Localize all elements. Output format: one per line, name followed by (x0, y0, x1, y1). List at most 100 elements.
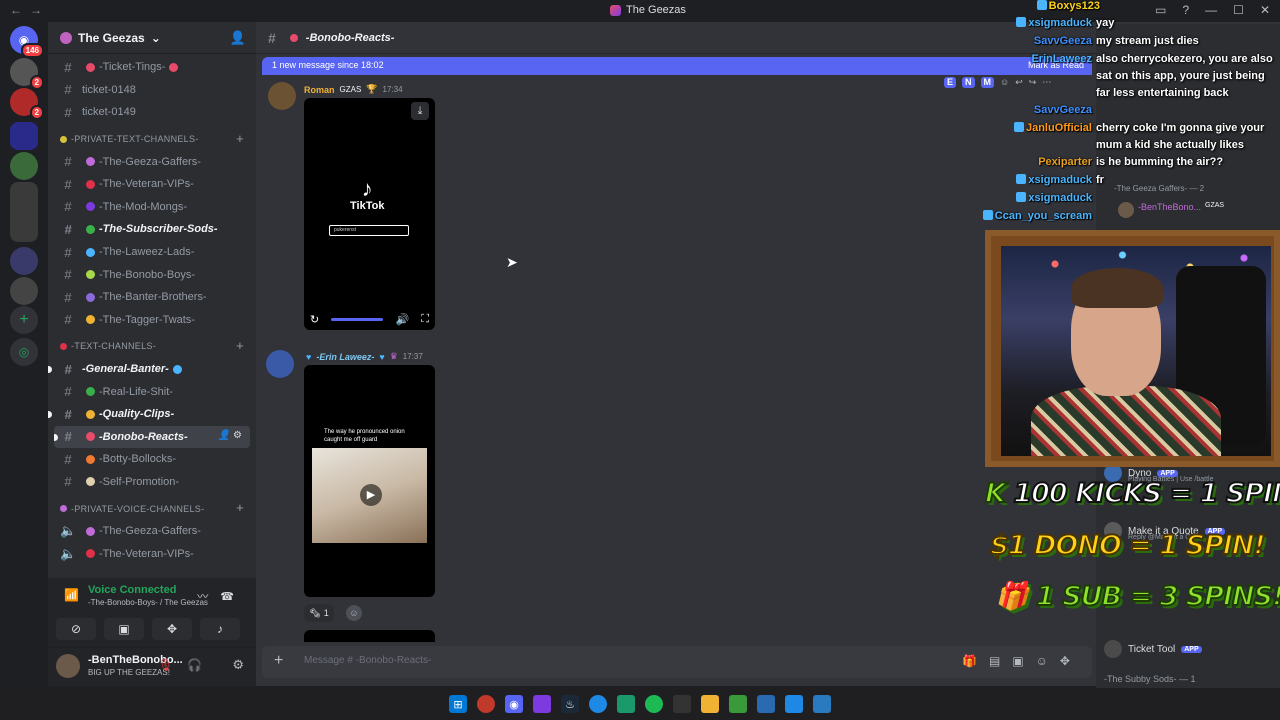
app-icon[interactable] (785, 695, 803, 713)
voice-channel-item[interactable]: 🔈 -The-Veteran-VIPs- (48, 542, 256, 565)
member-item[interactable]: Ticket Tool APP (1104, 640, 1202, 658)
voice-status[interactable]: Voice Connected (88, 584, 176, 596)
message-composer[interactable]: + Message # -Bonobo-Reacts- 🎁▤▣☺✥ (262, 646, 1092, 678)
category-text-channels[interactable]: -TEXT-CHANNELS- + (48, 335, 256, 358)
signal-icon[interactable]: 📶 (64, 588, 79, 602)
nav-arrows[interactable]: ←→ (10, 3, 50, 17)
composer-tools[interactable]: 🎁▤▣☺✥ (962, 654, 1082, 668)
replay-icon[interactable]: ↻ (310, 313, 319, 326)
channel-settings-icons[interactable]: 👤 ⚙ (218, 430, 242, 441)
author-name[interactable]: -Erin Laweez- (316, 352, 374, 362)
server-icon[interactable] (10, 152, 38, 180)
epic-games-icon[interactable] (673, 695, 691, 713)
discord-icon[interactable]: ◉ (505, 695, 523, 713)
channel-item[interactable]: # -General-Banter- (48, 358, 256, 381)
avatar[interactable] (56, 654, 80, 678)
channel-item-selected[interactable]: # -Bonobo-Reacts- 👤 ⚙ (54, 425, 250, 449)
mute-deafen-icons[interactable]: 🎙🎧 (158, 658, 216, 672)
maximize-button[interactable]: ☐ (1233, 3, 1244, 17)
progress-bar[interactable] (331, 317, 384, 321)
member-item[interactable]: -BenTheBono... GZAS (1118, 202, 1224, 218)
notepad-icon[interactable] (757, 695, 775, 713)
close-button[interactable]: ✕ (1260, 3, 1270, 17)
channel-item[interactable]: # -Real-Life-Shit- (48, 380, 256, 403)
activities-icon[interactable]: ✥ (152, 618, 192, 640)
channel-item[interactable]: # -The-Laweez-Lads- (48, 241, 256, 264)
voice-location[interactable]: -The-Bonobo-Boys- / The Geezas (88, 598, 208, 607)
minimize-button[interactable]: — (1205, 3, 1217, 17)
discord-home-icon[interactable]: ◉ 146 (10, 26, 44, 58)
camera-off-icon[interactable]: ⊘ (56, 618, 96, 640)
avatar[interactable] (268, 82, 296, 110)
channel-item[interactable]: # -Ticket-Tings- (48, 56, 256, 79)
add-channel-icon[interactable]: + (236, 500, 244, 515)
channel-item[interactable]: # ticket-0148 (48, 79, 256, 102)
add-channel-icon[interactable]: + (236, 131, 244, 146)
add-reaction-icon[interactable]: ☺ (346, 605, 362, 621)
add-attachment-icon[interactable]: + (274, 652, 283, 670)
the-geezas-server-icon[interactable] (10, 122, 38, 150)
invite-people-icon[interactable]: 👤 (230, 30, 246, 46)
channel-item[interactable]: # ticket-0149 (48, 101, 256, 124)
channel-item[interactable]: # -The-Banter-Brothers- (48, 286, 256, 309)
gear-icon[interactable]: ⚙ (232, 657, 244, 673)
video-attachment[interactable] (304, 630, 435, 642)
add-server-icon[interactable]: + (10, 306, 38, 334)
reaction-e-icon[interactable]: E (944, 77, 957, 88)
server-folder-icon[interactable] (10, 182, 38, 242)
fullscreen-icon[interactable]: ⛶ (421, 313, 429, 326)
channel-item[interactable]: # -The-Veteran-VIPs- (48, 173, 256, 196)
app-icon[interactable] (533, 695, 551, 713)
nvidia-icon[interactable] (729, 695, 747, 713)
windows-start-icon[interactable]: ⊞ (449, 695, 467, 713)
category-private-text[interactable]: -PRIVATE-TEXT-CHANNELS- + (48, 128, 256, 151)
channel-item[interactable]: # -The-Mod-Mongs- (48, 196, 256, 219)
soundboard-icon[interactable]: ♪ (200, 618, 240, 640)
channel-item[interactable]: # -Self-Promotion- (48, 471, 256, 494)
channel-item[interactable]: # -The-Subscriber-Sods- (48, 218, 256, 241)
mark-as-read-button[interactable]: Mark as Read (1028, 60, 1084, 70)
reaction-m-icon[interactable]: M (980, 77, 995, 88)
steam-icon[interactable]: ♨ (561, 695, 579, 713)
server-icon[interactable]: 2 (10, 58, 44, 90)
channel-item[interactable]: # -Quality-Clips- (48, 403, 256, 426)
channel-item[interactable]: # -Botty-Bollocks- (48, 448, 256, 471)
channel-item[interactable]: # -The-Geeza-Gaffers- (48, 150, 256, 173)
volume-icon[interactable]: 🔊 (395, 313, 409, 326)
app-icon[interactable] (813, 695, 831, 713)
voice-channel-item[interactable]: 🔈 -The-Geeza-Gaffers- (48, 520, 256, 543)
message-input[interactable]: Message # -Bonobo-Reacts- (304, 655, 431, 666)
reaction-pill[interactable]: 🗞 1 (304, 604, 334, 622)
channel-item[interactable]: # -The-Tagger-Twats- (48, 309, 256, 332)
reaction-n-icon[interactable]: N (962, 77, 975, 88)
download-icon[interactable]: ⤓ (411, 102, 429, 120)
avatar[interactable] (266, 350, 294, 378)
reply-icon[interactable]: ↩ (1015, 77, 1023, 88)
discover-icon[interactable]: ◎ (10, 338, 38, 366)
inbox-icon[interactable]: ▭ (1155, 3, 1166, 17)
server-header[interactable]: The Geezas ⌄ 👤 (48, 22, 256, 54)
spotify-icon[interactable] (645, 695, 663, 713)
video-attachment[interactable]: ⤓ ♪ TikTok pukerenst ↻ 🔊 ⛶ (304, 98, 435, 330)
add-reaction-icon[interactable]: ☺ (1000, 77, 1009, 88)
author-name[interactable]: Roman (304, 85, 335, 95)
category-private-voice[interactable]: -PRIVATE-VOICE-CHANNELS- + (48, 497, 256, 520)
file-explorer-icon[interactable] (701, 695, 719, 713)
app-icon[interactable] (617, 695, 635, 713)
channel-item[interactable]: # -The-Bonobo-Boys- (48, 263, 256, 286)
help-icon[interactable]: ? (1182, 3, 1189, 17)
voice-controls[interactable]: 〰☎ (197, 588, 246, 604)
screen-share-icon[interactable]: ▣ (104, 618, 144, 640)
add-channel-icon[interactable]: + (236, 338, 244, 353)
new-messages-banner[interactable]: 1 new message since 18:02 Mark as Read (262, 57, 1092, 75)
video-attachment[interactable]: The way he pronounced onion caught me of… (304, 365, 435, 597)
edge-icon[interactable] (589, 695, 607, 713)
opera-icon[interactable] (477, 695, 495, 713)
hash-icon: # (64, 244, 72, 260)
server-icon[interactable] (10, 247, 38, 275)
play-icon[interactable]: ▶ (360, 484, 382, 506)
server-icon[interactable] (10, 277, 38, 305)
more-icon[interactable]: ⋯ (1042, 77, 1051, 88)
server-icon[interactable]: 2 (10, 88, 44, 120)
forward-icon[interactable]: ↪ (1029, 77, 1037, 88)
